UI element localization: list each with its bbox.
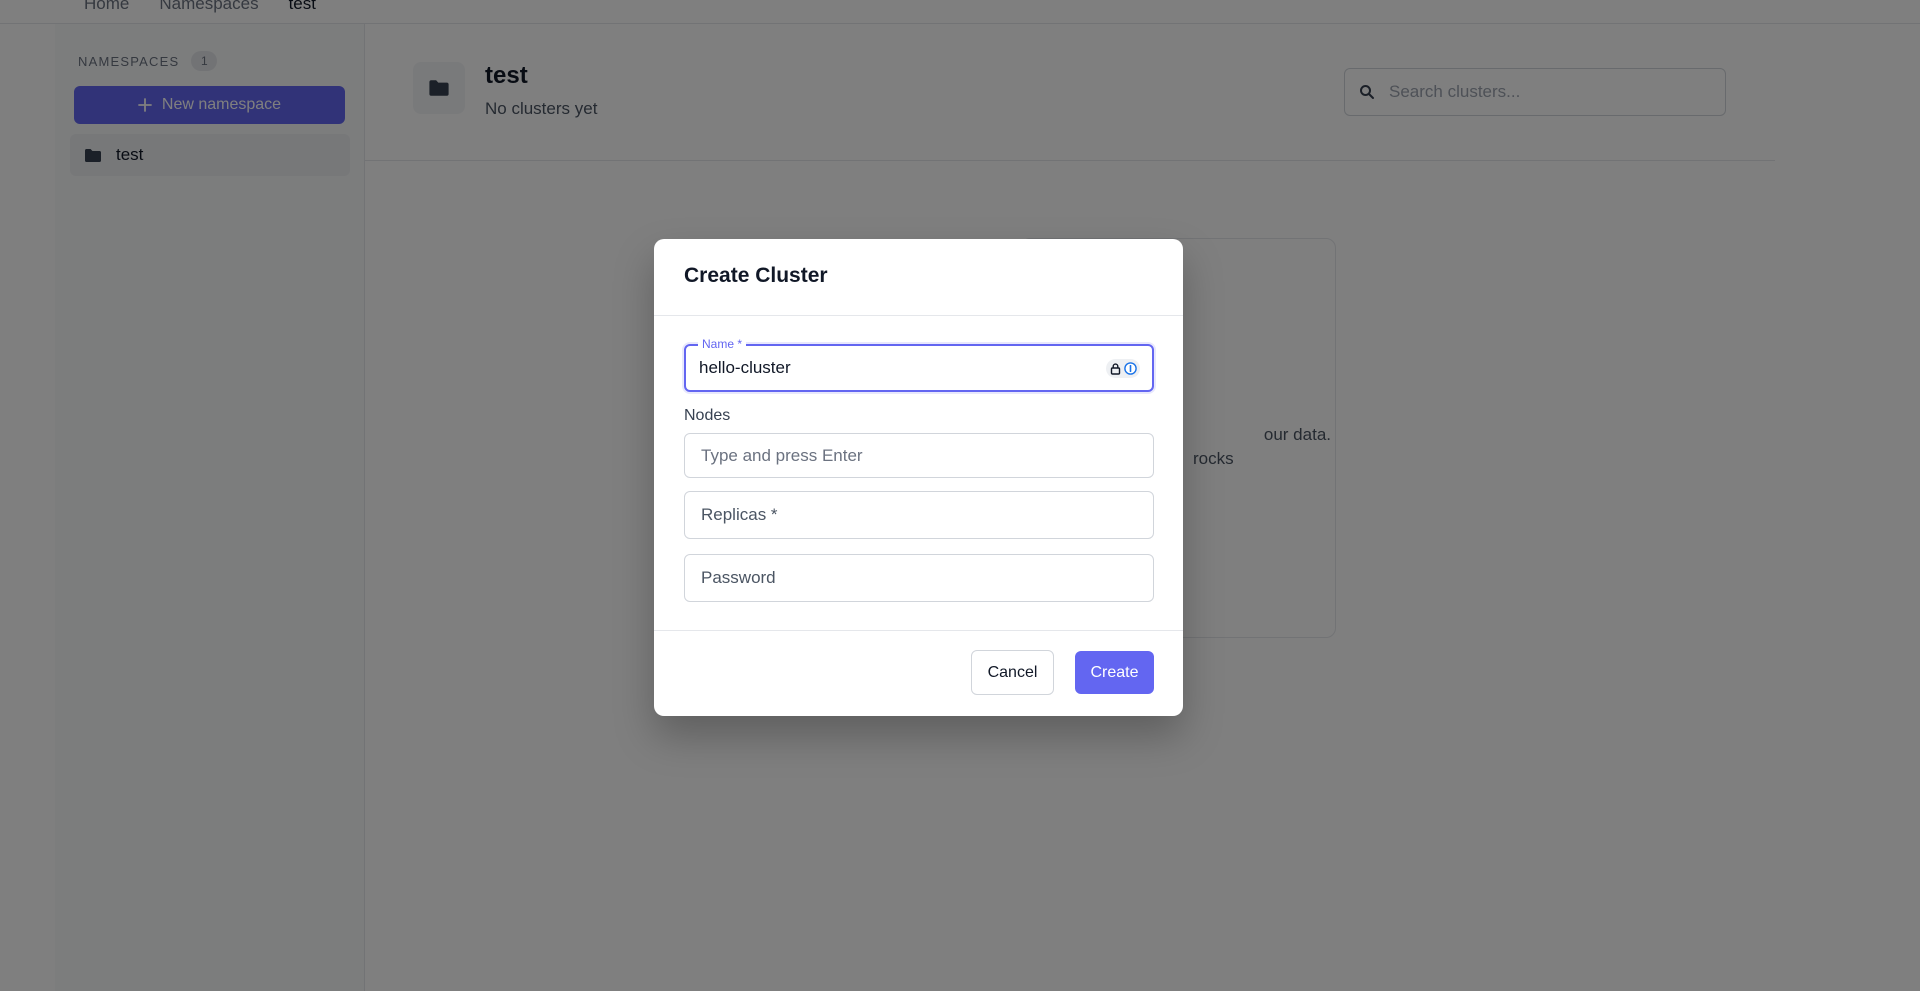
nodes-label: Nodes xyxy=(684,407,731,424)
replicas-field[interactable] xyxy=(684,491,1154,539)
password-input[interactable] xyxy=(685,568,1153,588)
dialog-header-divider xyxy=(654,315,1183,316)
lock-icon xyxy=(1110,362,1120,375)
create-cluster-dialog: Create Cluster Name * Nodes Cancel Creat… xyxy=(654,239,1183,716)
password-field[interactable] xyxy=(684,554,1154,602)
create-button[interactable]: Create xyxy=(1075,651,1154,694)
replicas-input[interactable] xyxy=(685,505,1153,525)
cancel-button[interactable]: Cancel xyxy=(971,650,1054,695)
nodes-input[interactable] xyxy=(685,445,1153,466)
info-icon xyxy=(1123,362,1137,375)
password-manager-icon[interactable] xyxy=(1106,359,1140,378)
name-input[interactable] xyxy=(686,358,1152,378)
dialog-footer-divider xyxy=(654,630,1183,631)
name-field[interactable]: Name * xyxy=(684,336,1154,392)
name-field-label: Name * xyxy=(698,336,747,352)
dialog-title: Create Cluster xyxy=(684,264,828,287)
nodes-field[interactable] xyxy=(684,433,1154,478)
